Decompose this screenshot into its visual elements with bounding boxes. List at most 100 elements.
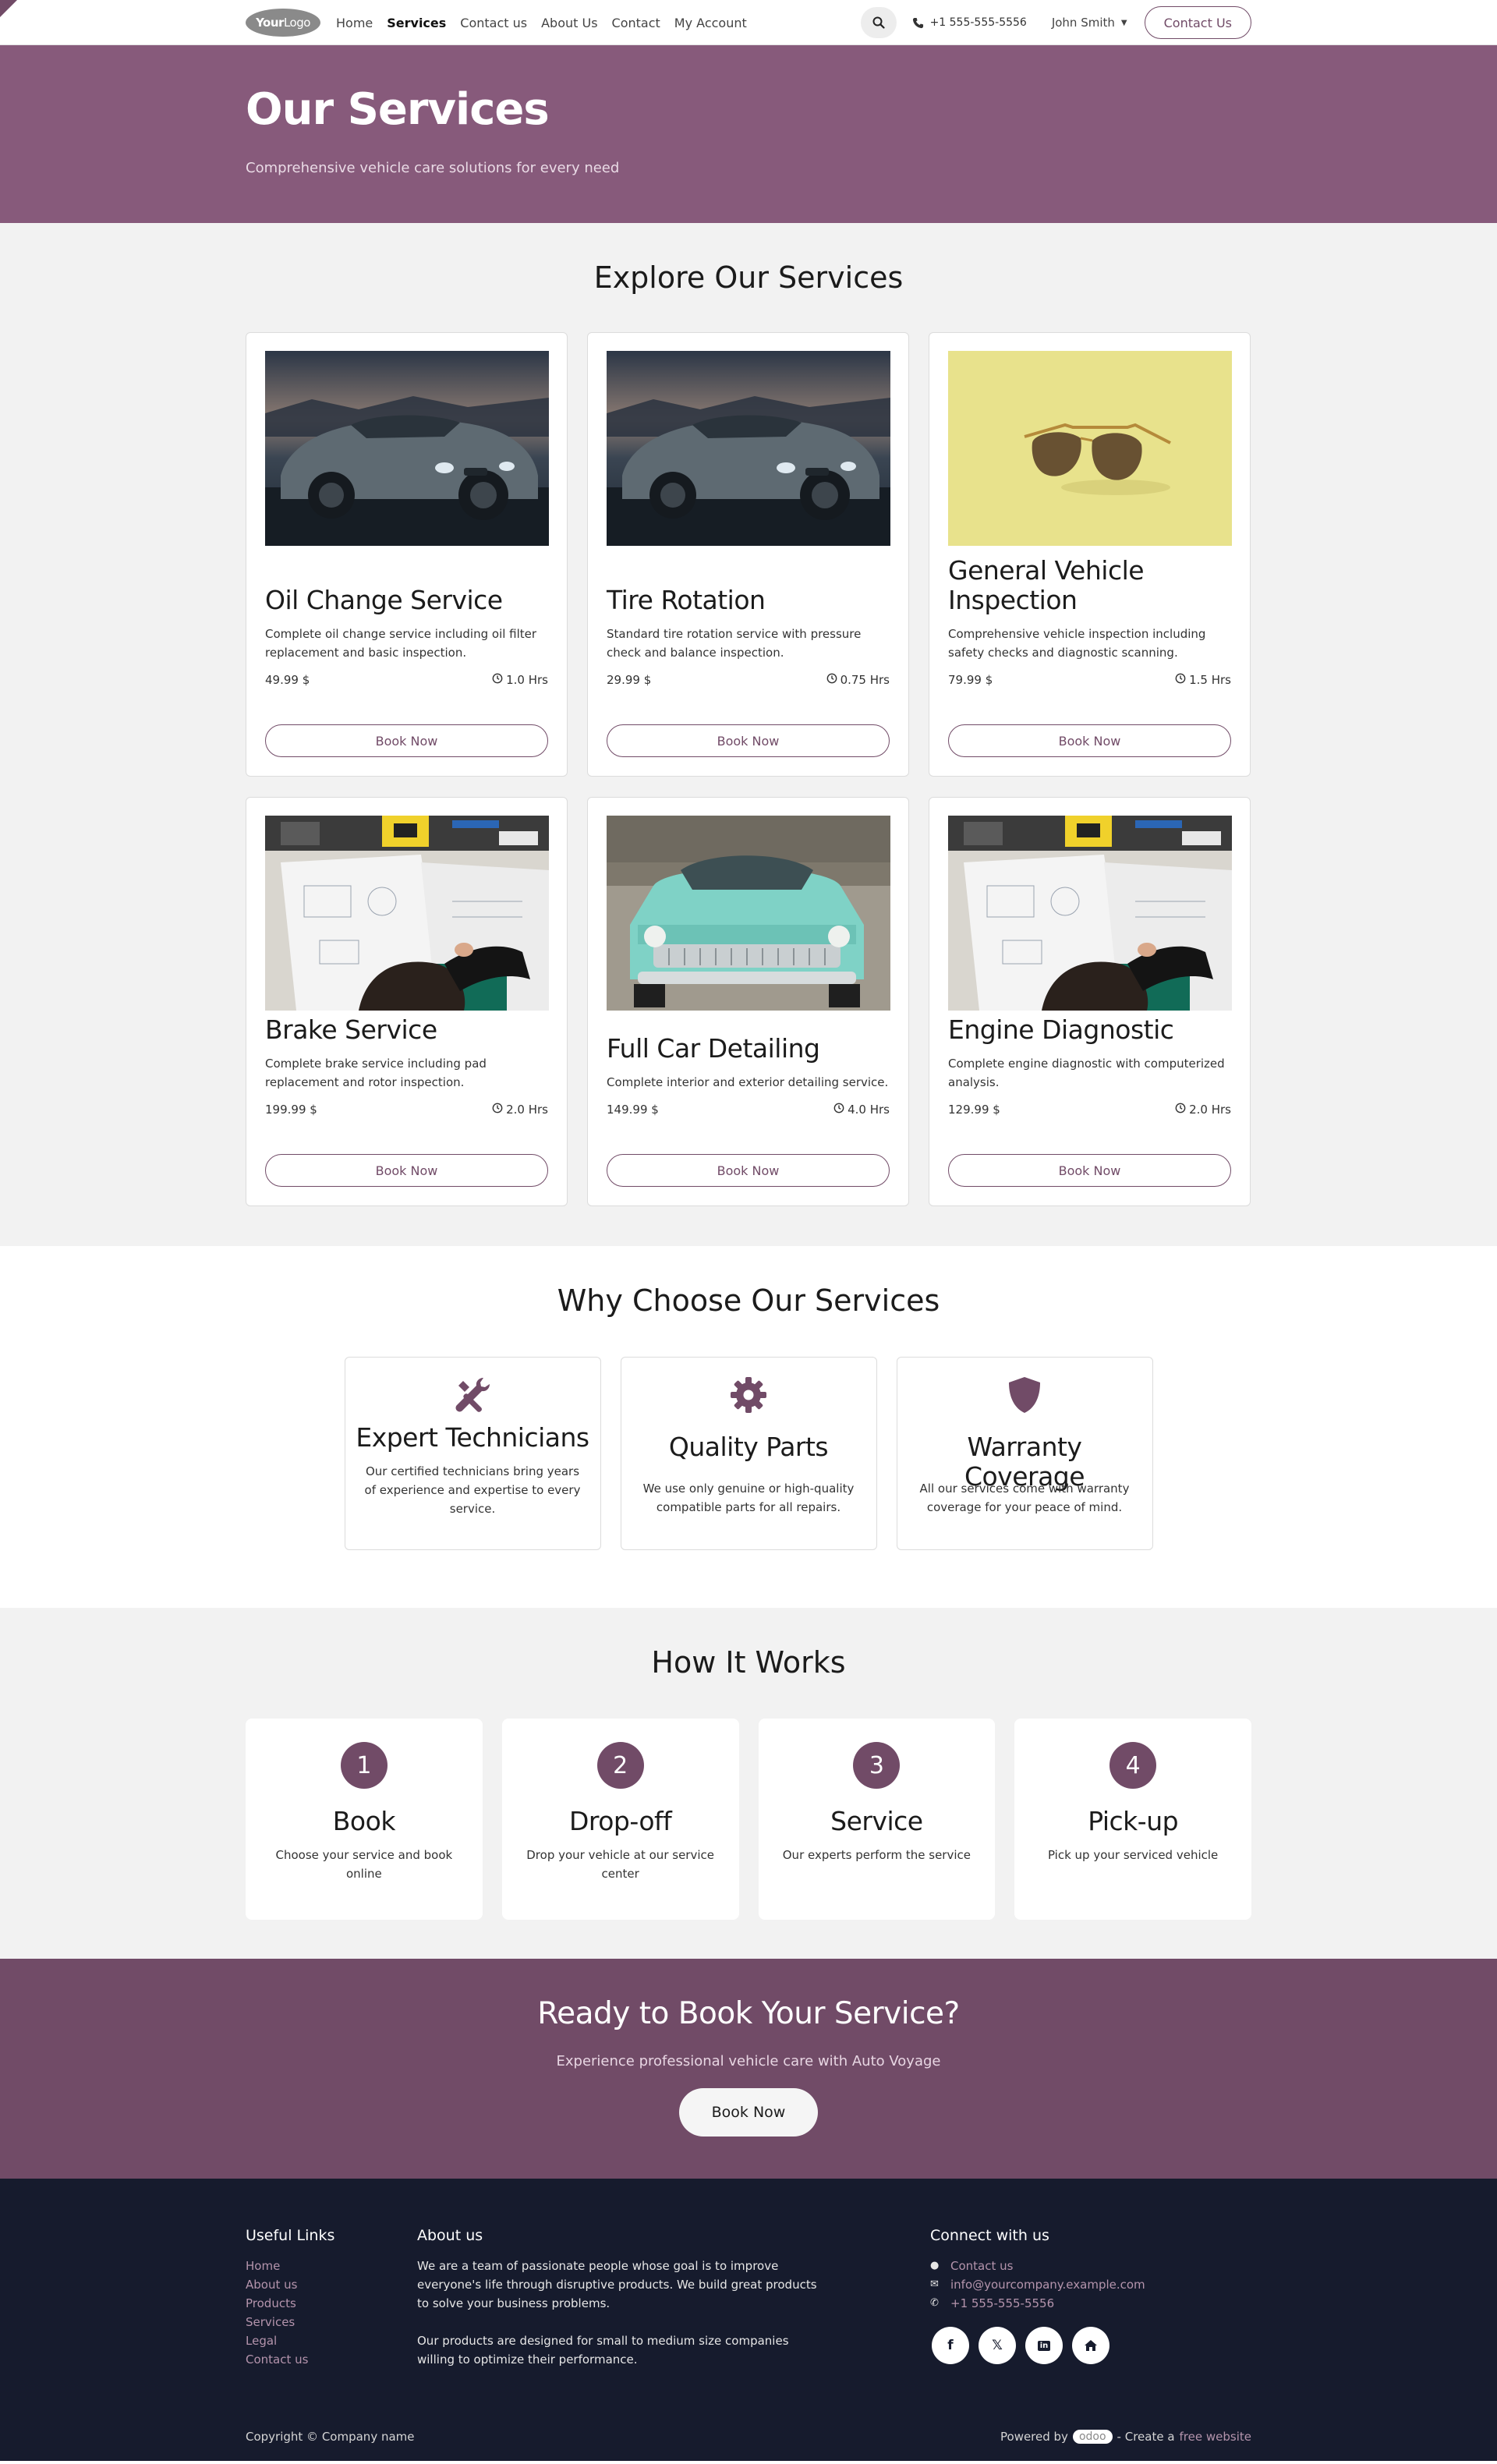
service-title: Full Car Detailing [607,1033,820,1064]
service-title: Engine Diagnostic [948,1014,1174,1045]
service-desc: Complete oil change service including oi… [265,627,537,660]
step-title: Drop-off [568,1806,672,1836]
user-name: John Smith [1051,16,1115,30]
caret-down-icon: ▼ [1120,18,1127,27]
create-a-label: - Create a [1117,2430,1175,2444]
nav-link-home[interactable]: Home [336,16,373,30]
book-now-button[interactable]: Book Now [265,724,548,757]
book-now-button[interactable]: Book Now [948,1154,1231,1187]
footer: Useful Links Home About us Products Serv… [0,2179,1497,2461]
classic-car-photo [607,816,890,1011]
nav-link-my-account[interactable]: My Account [674,16,747,30]
step-title: Book [332,1806,396,1836]
why-section: Why Choose Our Services Expert Technicia… [0,1246,1497,1608]
service-meta: 129.99 $ 2.0 Hrs [948,1103,1231,1117]
feature-title: Quality Parts [668,1432,829,1462]
main-nav: Home Services Contact us About Us Contac… [336,16,747,30]
copyright: Copyright © Company name [246,2430,415,2444]
service-price: 129.99 $ [948,1103,1000,1117]
service-meta: 79.99 $ 1.5 Hrs [948,673,1231,687]
service-card: Brake Service Complete brake service incl… [246,797,568,1206]
facebook-icon[interactable]: f [932,2327,969,2364]
book-now-button[interactable]: Book Now [265,1154,548,1187]
footer-about-text: Our products are designed for small to m… [417,2334,789,2367]
step-number: 1 [340,1742,388,1789]
footer-connect: Connect with us ● Contact us ✉ info@yourco… [930,2227,1251,2369]
odoo-logo[interactable]: odoo [1072,2430,1113,2444]
step-card: 1 Book Choose your service and book onli… [246,1719,483,1920]
nav-phone[interactable]: +1 555-555-5556 [912,16,1027,29]
free-website-link[interactable]: free website [1180,2430,1251,2444]
service-duration-value: 1.5 Hrs [1189,673,1231,687]
clock-icon [1175,1103,1186,1117]
linkedin-icon[interactable]: in [1025,2327,1063,2364]
step-title: Service [830,1806,923,1836]
service-duration: 2.0 Hrs [1175,1103,1231,1117]
clock-icon [833,1103,844,1117]
nav-link-services[interactable]: Services [387,16,446,30]
logo-text-logo: Logo [283,16,310,30]
corner-marker [0,0,17,17]
footer-contact-us[interactable]: ● Contact us [930,2257,1251,2275]
clock-icon [492,673,503,687]
service-card: Oil Change Service Complete oil change se… [246,332,568,777]
cta-subtitle: Experience professional vehicle care wit… [556,2053,941,2069]
step-number: 3 [853,1742,901,1789]
footer-heading: Useful Links [246,2227,335,2244]
footer-link-about-us[interactable]: About us [246,2275,417,2294]
tools-icon [364,1375,582,1415]
service-title: General Vehicle Inspection [948,555,1145,615]
service-meta: 49.99 $ 1.0 Hrs [265,673,548,687]
phone-icon: ✆ [930,2297,939,2309]
footer-link-services[interactable]: Services [246,2313,417,2331]
service-duration-value: 4.0 Hrs [848,1103,890,1117]
footer-phone[interactable]: ✆ +1 555-555-5556 [930,2294,1251,2313]
footer-link-products[interactable]: Products [246,2294,417,2313]
service-duration: 1.0 Hrs [492,673,548,687]
x-icon[interactable]: 𝕏 [979,2327,1016,2364]
user-menu[interactable]: John Smith ▼ [1052,16,1127,30]
step-desc: Choose your service and book online [275,1848,453,1881]
feature-title: Expert Technicians [356,1422,589,1453]
explore-section: Explore Our Services Oil Change Service C… [0,223,1497,1246]
nav-link-contact-us[interactable]: Contact us [460,16,527,30]
nav-phone-number: +1 555-555-5556 [929,16,1027,29]
step-number: 2 [596,1742,644,1789]
feature-card: Expert Technicians Our certified technic… [344,1357,601,1550]
sunglasses-photo [948,351,1232,546]
step-title: Pick-up [1088,1806,1179,1836]
step-list: 1 Book Choose your service and book onli… [246,1719,1251,1920]
sports-car-photo [265,351,549,546]
footer-link-legal[interactable]: Legal [246,2331,417,2350]
service-price: 29.99 $ [607,673,652,687]
footer-link-contact-us[interactable]: Contact us [246,2350,417,2369]
powered-by: Powered by odoo - Create a free website [1000,2430,1251,2444]
powered-by-label: Powered by [1000,2430,1068,2444]
how-section: How It Works 1 Book Choose your service … [0,1608,1497,1959]
step-desc: Our experts perform the service [782,1848,971,1862]
book-now-button[interactable]: Book Now [607,724,890,757]
feature-list: Expert Technicians Our certified technic… [246,1357,1251,1550]
home-icon[interactable] [1072,2327,1109,2364]
service-duration: 1.5 Hrs [1175,673,1231,687]
nav-link-about-us[interactable]: About Us [541,16,597,30]
envelope-icon: ✉ [930,2278,939,2290]
service-price: 79.99 $ [948,673,993,687]
footer-email[interactable]: ✉ info@yourcompany.example.com [930,2275,1251,2294]
cta-book-now-button[interactable]: Book Now [679,2088,818,2137]
contact-us-button[interactable]: Contact Us [1144,6,1251,39]
service-duration-value: 0.75 Hrs [840,673,890,687]
cta-section: Ready to Book Your Service? Experience p… [0,1959,1497,2179]
step-card: 2 Drop-off Drop your vehicle at our serv… [501,1719,739,1920]
hero-section: Our Services Comprehensive vehicle care … [0,45,1497,223]
why-title: Why Choose Our Services [557,1283,940,1318]
search-button[interactable] [860,7,897,38]
book-now-button[interactable]: Book Now [607,1154,890,1187]
logo[interactable]: Your Logo [246,9,320,37]
explore-title: Explore Our Services [593,260,904,295]
service-title: Brake Service [265,1014,437,1045]
book-now-button[interactable]: Book Now [948,724,1231,757]
feature-desc: We use only genuine or high-quality comp… [642,1482,855,1514]
nav-link-contact[interactable]: Contact [612,16,660,30]
footer-link-home[interactable]: Home [246,2257,417,2275]
